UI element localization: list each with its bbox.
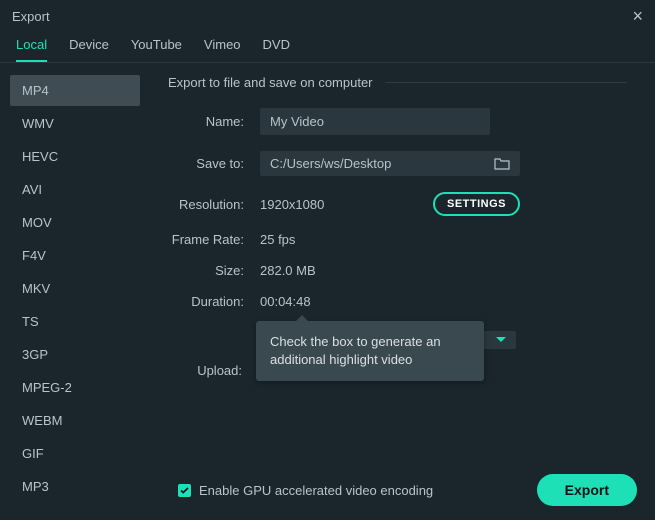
- tooltip: Check the box to generate an additional …: [256, 321, 484, 381]
- framerate-value: 25 fps: [260, 232, 295, 247]
- export-button[interactable]: Export: [537, 474, 637, 506]
- size-value: 282.0 MB: [260, 263, 316, 278]
- content-area: Export to file and save on computer Name…: [150, 63, 655, 483]
- tab-local[interactable]: Local: [16, 37, 47, 62]
- format-mkv[interactable]: MKV: [10, 273, 140, 304]
- tab-device[interactable]: Device: [69, 37, 109, 62]
- tab-vimeo[interactable]: Vimeo: [204, 37, 241, 62]
- section-title: Export to file and save on computer: [168, 75, 627, 90]
- footer: Enable GPU accelerated video encoding Ex…: [0, 460, 655, 520]
- name-input[interactable]: [260, 108, 490, 135]
- save-to-path: C:/Users/ws/Desktop: [270, 156, 494, 171]
- format-mov[interactable]: MOV: [10, 207, 140, 238]
- duration-label: Duration:: [168, 294, 260, 309]
- format-f4v[interactable]: F4V: [10, 240, 140, 271]
- resolution-label: Resolution:: [168, 197, 260, 212]
- format-mp4[interactable]: MP4: [10, 75, 140, 106]
- tabs: Local Device YouTube Vimeo DVD: [0, 31, 655, 63]
- format-3gp[interactable]: 3GP: [10, 339, 140, 370]
- titlebar: Export ×: [0, 0, 655, 31]
- gpu-checkbox[interactable]: [178, 484, 191, 497]
- format-mpeg2[interactable]: MPEG-2: [10, 372, 140, 403]
- tab-dvd[interactable]: DVD: [263, 37, 290, 62]
- section-divider: [385, 82, 627, 83]
- format-webm[interactable]: WEBM: [10, 405, 140, 436]
- gpu-label: Enable GPU accelerated video encoding: [199, 483, 433, 498]
- format-sidebar: MP4 WMV HEVC AVI MOV F4V MKV TS 3GP MPEG…: [0, 63, 150, 483]
- framerate-label: Frame Rate:: [168, 232, 260, 247]
- tooltip-text: Check the box to generate an additional …: [270, 334, 441, 367]
- size-label: Size:: [168, 263, 260, 278]
- tab-youtube[interactable]: YouTube: [131, 37, 182, 62]
- settings-button[interactable]: SETTINGS: [433, 192, 520, 216]
- section-title-text: Export to file and save on computer: [168, 75, 385, 90]
- format-wmv[interactable]: WMV: [10, 108, 140, 139]
- format-avi[interactable]: AVI: [10, 174, 140, 205]
- close-icon[interactable]: ×: [632, 6, 643, 27]
- chevron-down-icon: [496, 337, 506, 343]
- save-to-input[interactable]: C:/Users/ws/Desktop: [260, 151, 520, 176]
- duration-value: 00:04:48: [260, 294, 311, 309]
- resolution-value: 1920x1080: [260, 197, 324, 212]
- folder-icon[interactable]: [494, 157, 510, 171]
- upload-label: Upload:: [166, 363, 258, 378]
- name-label: Name:: [168, 114, 260, 129]
- window-title: Export: [12, 9, 50, 24]
- format-hevc[interactable]: HEVC: [10, 141, 140, 172]
- format-ts[interactable]: TS: [10, 306, 140, 337]
- save-to-label: Save to:: [168, 156, 260, 171]
